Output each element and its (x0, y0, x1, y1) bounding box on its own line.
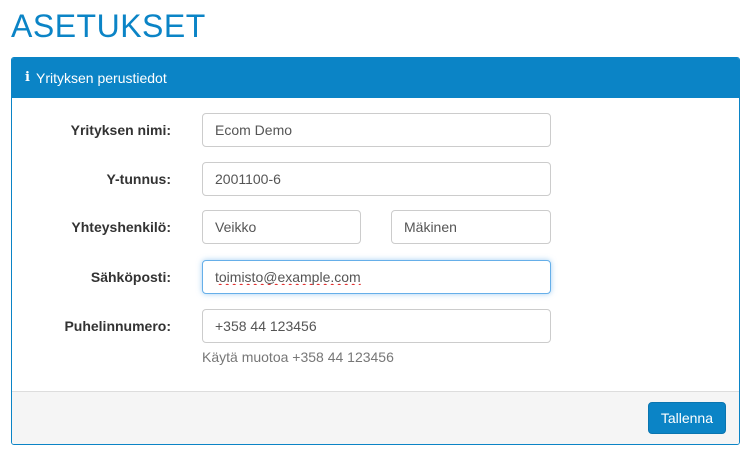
company-name-row: Yrityksen nimi: (12, 113, 739, 147)
contact-last-name-input[interactable] (391, 210, 551, 244)
contact-person-row: Yhteyshenkilö: (12, 210, 739, 244)
panel-heading-label: Yrityksen perustiedot (36, 70, 167, 86)
business-id-row: Y-tunnus: (12, 162, 739, 196)
phone-help-text: Käytä muotoa +358 44 123456 (202, 349, 394, 365)
company-name-label: Yrityksen nimi: (70, 122, 171, 138)
page-title: ASETUKSET (11, 8, 206, 44)
contact-person-label: Yhteyshenkilö: (71, 219, 171, 235)
phone-input[interactable] (202, 309, 551, 343)
email-row: Sähköposti: (12, 260, 739, 294)
business-id-input[interactable] (202, 162, 551, 196)
panel-footer: Tallenna (12, 391, 739, 444)
email-label: Sähköposti: (90, 269, 171, 285)
company-info-panel: i Yrityksen perustiedot Yrityksen nimi: … (11, 57, 740, 445)
panel-heading: i Yrityksen perustiedot (12, 58, 739, 98)
email-input[interactable] (202, 260, 551, 294)
save-button[interactable]: Tallenna (647, 402, 726, 434)
info-icon: i (25, 70, 30, 85)
company-name-input[interactable] (202, 113, 551, 147)
business-id-label: Y-tunnus: (106, 171, 171, 187)
phone-row: Puhelinnumero: (12, 309, 739, 343)
contact-first-name-input[interactable] (202, 210, 361, 244)
phone-label: Puhelinnumero: (64, 318, 171, 334)
